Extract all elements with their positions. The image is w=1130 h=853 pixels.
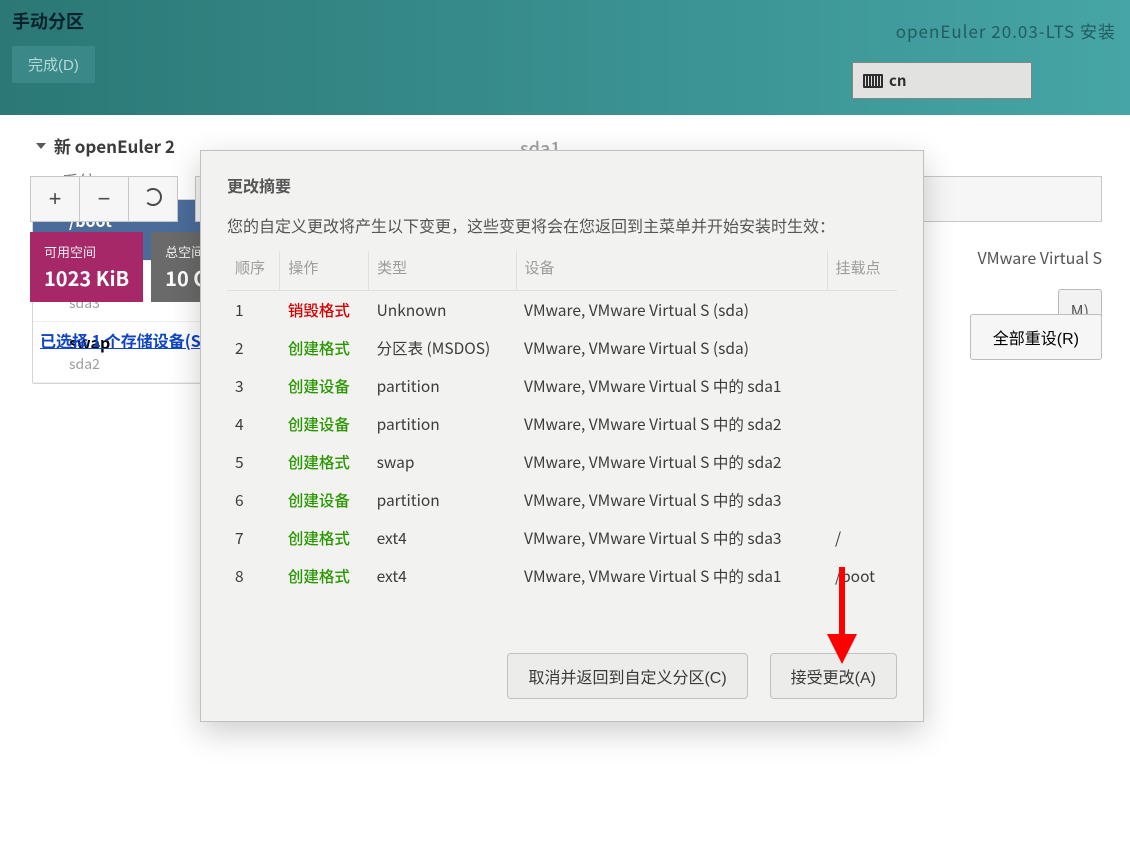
reload-icon: [144, 188, 162, 206]
cell-op: 创建设备: [280, 405, 369, 443]
install-title-prefix: 新: [54, 133, 71, 158]
table-row[interactable]: 2创建格式分区表 (MSDOS)VMware, VMware Virtual S…: [227, 329, 897, 367]
cell-mount: [827, 291, 897, 330]
cell-type: partition: [369, 481, 516, 519]
keyboard-indicator[interactable]: cn: [852, 62, 1032, 99]
storage-devices-link[interactable]: 已选择 1 个存储设备(S): [40, 328, 207, 352]
cell-type: ext4: [369, 557, 516, 595]
cell-op: 创建设备: [280, 367, 369, 405]
cell-type: partition: [369, 367, 516, 405]
reset-all-button[interactable]: 全部重设(R): [970, 314, 1102, 360]
installer-header: 手动分区 完成(D) openEuler 20.03-LTS 安装 cn: [0, 0, 1130, 115]
cell-device: VMware, VMware Virtual S 中的 sda1: [516, 557, 827, 595]
partition-toolbar: + −: [30, 176, 177, 222]
table-row[interactable]: 4创建设备partitionVMware, VMware Virtual S 中…: [227, 405, 897, 443]
caret-down-icon: [36, 143, 46, 149]
cancel-button[interactable]: 取消并返回到自定义分区(C): [507, 653, 747, 699]
table-row[interactable]: 3创建设备partitionVMware, VMware Virtual S 中…: [227, 367, 897, 405]
col-operation[interactable]: 操作: [280, 251, 369, 291]
dialog-description: 您的自定义更改将产生以下变更，这些变更将会在您返回到主菜单并开始安装时生效：: [227, 213, 897, 237]
cell-device: VMware, VMware Virtual S 中的 sda3: [516, 481, 827, 519]
add-partition-button[interactable]: +: [30, 176, 80, 222]
available-space-label: 可用空间: [44, 242, 129, 261]
changes-table: 顺序 操作 类型 设备 挂载点 1销毁格式UnknownVMware, VMwa…: [227, 251, 897, 595]
reload-button[interactable]: [128, 176, 178, 222]
keyboard-layout: cn: [889, 70, 907, 91]
cell-device: VMware, VMware Virtual S 中的 sda2: [516, 443, 827, 481]
table-row[interactable]: 1销毁格式UnknownVMware, VMware Virtual S (sd…: [227, 291, 897, 330]
cell-order: 6: [227, 481, 280, 519]
done-button[interactable]: 完成(D): [12, 46, 95, 83]
cell-type: partition: [369, 405, 516, 443]
cell-type: swap: [369, 443, 516, 481]
cell-type: Unknown: [369, 291, 516, 330]
changes-summary-dialog: 更改摘要 您的自定义更改将产生以下变更，这些变更将会在您返回到主菜单并开始安装时…: [200, 150, 924, 722]
cell-mount: [827, 405, 897, 443]
cell-op: 创建格式: [280, 443, 369, 481]
cell-device: VMware, VMware Virtual S 中的 sda3: [516, 519, 827, 557]
cell-order: 4: [227, 405, 280, 443]
cell-op: 创建格式: [280, 329, 369, 367]
cell-type: ext4: [369, 519, 516, 557]
dialog-title: 更改摘要: [227, 173, 897, 197]
col-order[interactable]: 顺序: [227, 251, 280, 291]
table-row[interactable]: 7创建格式ext4VMware, VMware Virtual S 中的 sda…: [227, 519, 897, 557]
col-type[interactable]: 类型: [369, 251, 516, 291]
cell-device: VMware, VMware Virtual S (sda): [516, 329, 827, 367]
product-label: openEuler 20.03-LTS 安装: [896, 18, 1116, 43]
cell-op: 创建格式: [280, 557, 369, 595]
available-space-value: 1023 KiB: [44, 263, 129, 292]
cell-mount: [827, 367, 897, 405]
available-space-card: 可用空间 1023 KiB: [30, 232, 143, 302]
cell-order: 5: [227, 443, 280, 481]
col-mount[interactable]: 挂载点: [827, 251, 897, 291]
annotation-arrow: [822, 562, 862, 672]
cell-op: 创建格式: [280, 519, 369, 557]
cell-order: 7: [227, 519, 280, 557]
cell-device: VMware, VMware Virtual S (sda): [516, 291, 827, 330]
cell-order: 1: [227, 291, 280, 330]
cell-order: 8: [227, 557, 280, 595]
cell-mount: [827, 329, 897, 367]
table-row[interactable]: 8创建格式ext4VMware, VMware Virtual S 中的 sda…: [227, 557, 897, 595]
cell-order: 2: [227, 329, 280, 367]
cell-device: VMware, VMware Virtual S 中的 sda2: [516, 405, 827, 443]
cell-type: 分区表 (MSDOS): [369, 329, 516, 367]
table-row[interactable]: 5创建格式swapVMware, VMware Virtual S 中的 sda…: [227, 443, 897, 481]
table-row[interactable]: 6创建设备partitionVMware, VMware Virtual S 中…: [227, 481, 897, 519]
col-device[interactable]: 设备: [516, 251, 827, 291]
cell-device: VMware, VMware Virtual S 中的 sda1: [516, 367, 827, 405]
remove-partition-button[interactable]: −: [79, 176, 129, 222]
cell-op: 创建设备: [280, 481, 369, 519]
cell-op: 销毁格式: [280, 291, 369, 330]
cell-mount: [827, 443, 897, 481]
cell-mount: /: [827, 519, 897, 557]
cell-order: 3: [227, 367, 280, 405]
keyboard-icon: [863, 74, 883, 88]
cell-mount: [827, 481, 897, 519]
install-title-product: openEuler 2: [75, 133, 175, 158]
